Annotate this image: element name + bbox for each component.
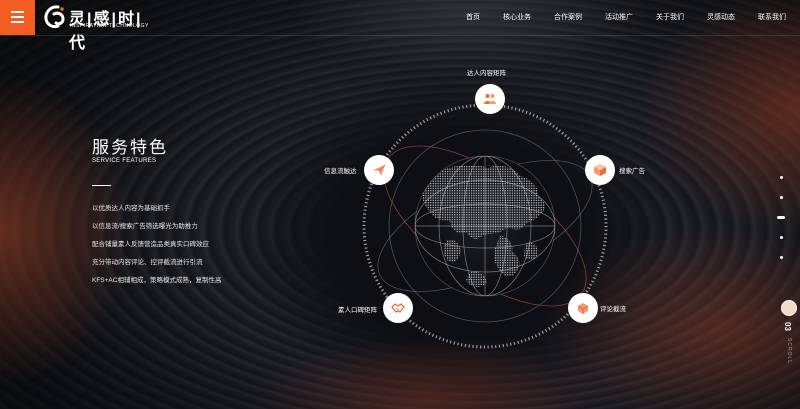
node-search-ads[interactable] — [585, 155, 615, 185]
service-diagram: 达人内容矩阵 搜索广告 评论截流 素人口碑矩阵 信息流触达 — [0, 0, 800, 409]
comment-icon — [577, 303, 589, 314]
section-pager — [776, 176, 786, 276]
node-label: 搜索广告 — [619, 168, 645, 175]
scroll-hint: SCROLL — [786, 338, 792, 365]
avatar-icon[interactable] — [781, 300, 797, 316]
node-label: 达人内容矩阵 — [467, 70, 506, 77]
pager-dot[interactable] — [779, 236, 783, 239]
pager-dot[interactable] — [779, 196, 783, 199]
node-feed-reach[interactable] — [364, 155, 394, 185]
pager-dot[interactable] — [779, 256, 783, 259]
handshake-icon — [391, 303, 405, 313]
node-label: 信息流触达 — [324, 168, 357, 175]
people-icon — [484, 94, 496, 104]
node-label: 素人口碑矩阵 — [338, 307, 377, 314]
page-number: 03 — [783, 322, 792, 331]
node-word-of-mouth[interactable] — [383, 293, 413, 323]
pager-dot-active[interactable] — [777, 216, 785, 219]
globe-graphic — [362, 103, 608, 349]
node-comment-capture[interactable] — [568, 293, 598, 323]
box-icon — [594, 164, 606, 176]
paper-plane-icon — [373, 164, 386, 176]
pager-dot[interactable] — [779, 176, 783, 179]
node-label: 评论截流 — [600, 306, 626, 313]
node-creator-matrix[interactable] — [475, 84, 505, 114]
